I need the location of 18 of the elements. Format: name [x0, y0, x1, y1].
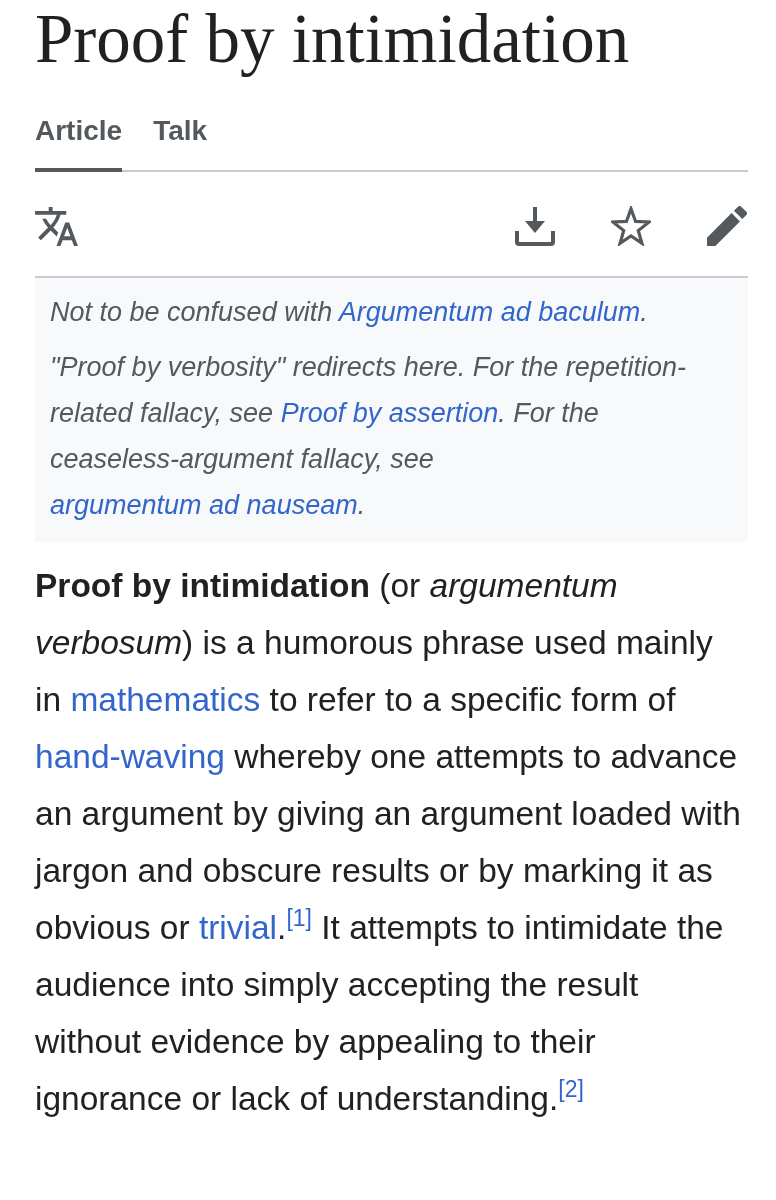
- article-title: Proof by intimidation: [35, 0, 631, 79]
- link[interactable]: hand-waving: [35, 738, 225, 775]
- link[interactable]: mathematics: [70, 681, 261, 718]
- download-icon[interactable]: [515, 206, 555, 246]
- hatnote: Not to be confused with Argumentum ad baculum.: [50, 296, 649, 329]
- link[interactable]: trivial: [198, 909, 278, 946]
- link[interactable]: Proof by assertion: [280, 398, 499, 428]
- article-paragraph: Proof by intimidation (or argumentum verbosum) is a humorous phrase used mainly in mathematics to refer to a specific form of hand-waving whereby one attempts to advance an argument by giving an argument loaded with jargon and obscure results or by marking it as obvious or trivial.$^{[1]}$ It attempts to intimidate the audience into simply accepting the result without evidence by appealing to their ignorance or lack of understanding.$^{[2]}$: [35, 566, 742, 1119]
- reference-link[interactable]: [1]: [286, 905, 312, 931]
- link[interactable]: argumentum ad nauseam: [50, 490, 358, 520]
- tab[interactable]: Talk: [153, 115, 208, 172]
- star-icon[interactable]: [611, 206, 651, 246]
- hatnote: "Proof by verbosity" redirects here. For the repetition-related fallacy, see Proof by assertion. For the ceaseless-argument fallacy, see argumentum ad nauseam.: [50, 351, 687, 522]
- link[interactable]: Argumentum ad baculum: [338, 297, 641, 327]
- tab[interactable]: Article: [35, 115, 123, 172]
- language-icon[interactable]: [35, 206, 78, 246]
- reference-link[interactable]: [2]: [558, 1076, 584, 1102]
- edit-icon[interactable]: [707, 206, 747, 246]
